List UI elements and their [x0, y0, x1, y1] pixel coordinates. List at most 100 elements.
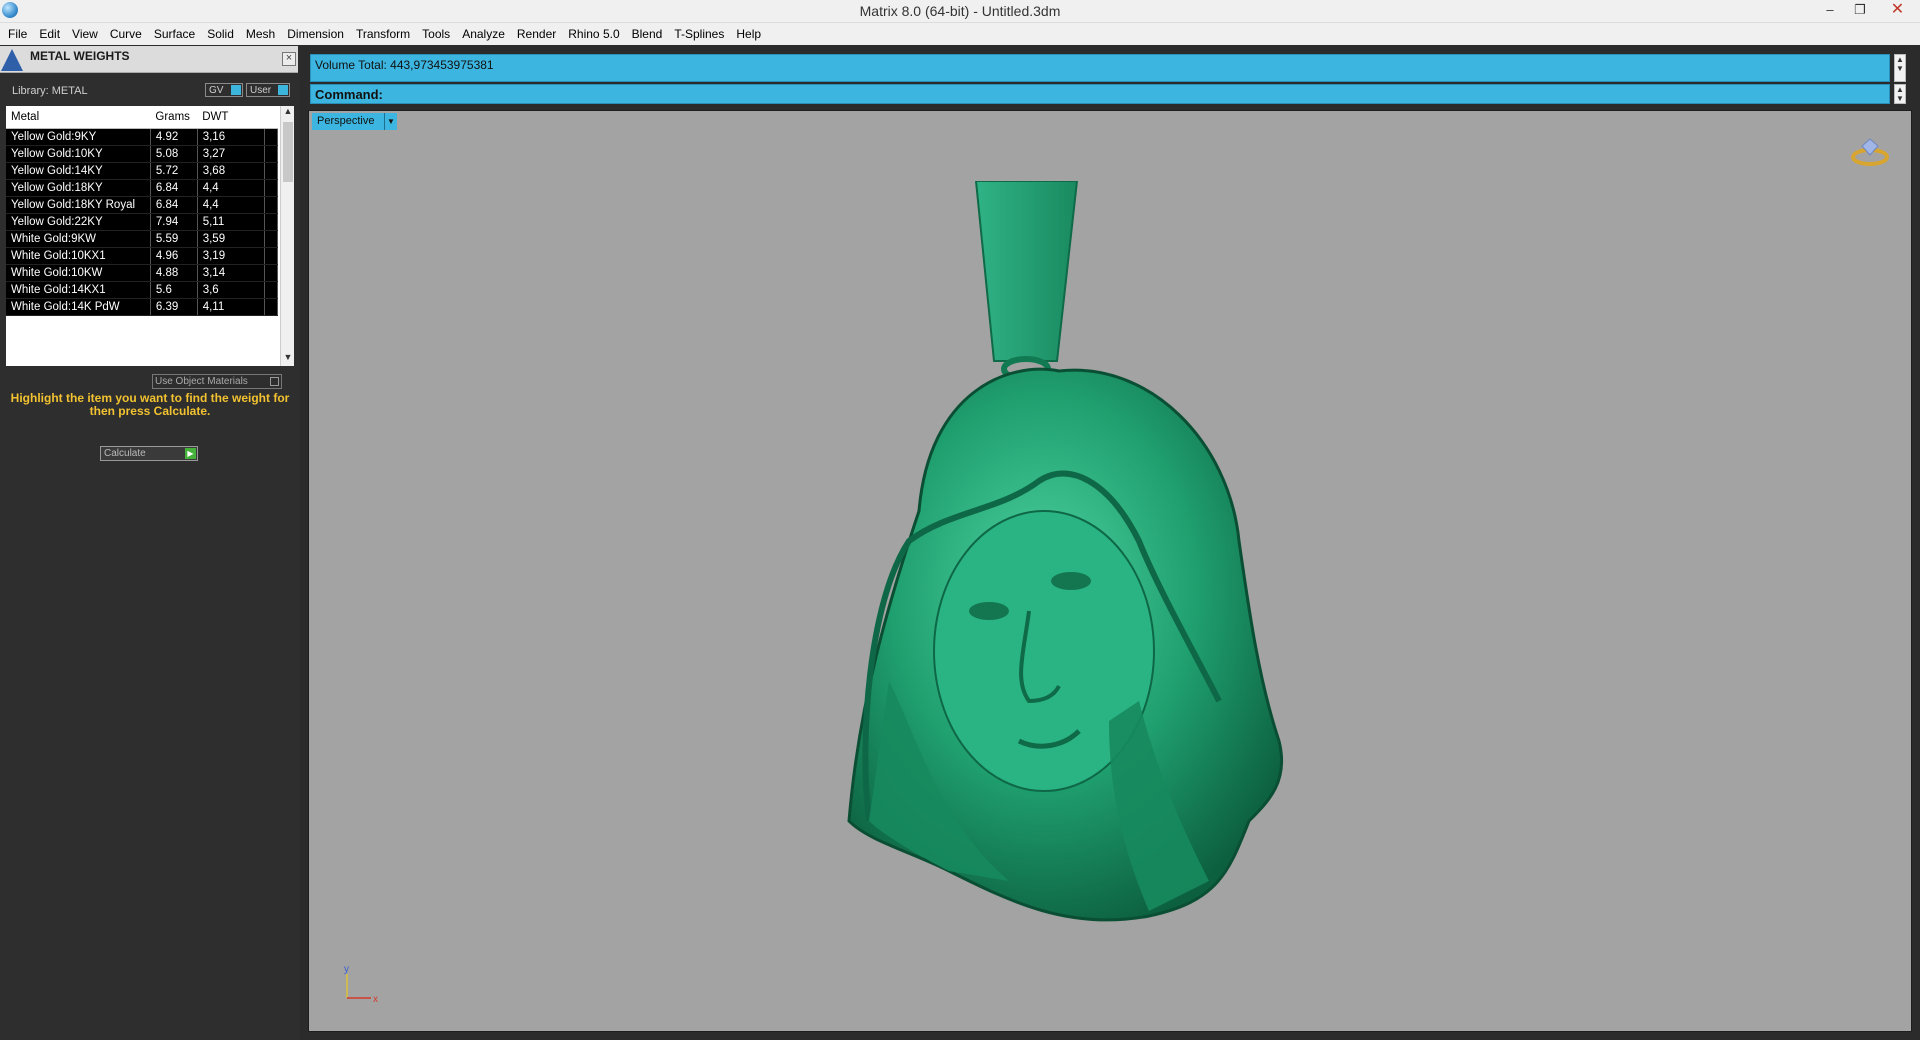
history-scrollbar[interactable]: ▲ ▼ — [1894, 54, 1906, 82]
menu-analyze[interactable]: Analyze — [456, 27, 511, 41]
table-row[interactable]: Yellow Gold:10KY 5.08 3,27 — [6, 145, 279, 163]
table-row[interactable]: White Gold:10KW 4.88 3,14 — [6, 264, 279, 282]
metal-cell: Yellow Gold:9KY — [6, 128, 151, 146]
grams-cell: 6.84 — [150, 179, 198, 197]
dwt-cell: 3,59 — [197, 230, 265, 248]
metal-cell: White Gold:10KX1 — [6, 247, 151, 265]
eye-right — [1051, 572, 1091, 590]
menu-solid[interactable]: Solid — [201, 27, 240, 41]
panel-title: METAL WEIGHTS — [30, 49, 130, 63]
viewport-name: Perspective — [317, 115, 375, 127]
use-object-materials-checkbox[interactable]: Use Object Materials — [152, 374, 282, 389]
dwt-cell: 4,4 — [197, 196, 265, 214]
dwt-cell: 3,16 — [197, 128, 265, 146]
menu-view[interactable]: View — [66, 27, 104, 41]
column-header-metal[interactable]: Metal — [6, 106, 151, 129]
table-row[interactable]: White Gold:14KX1 5.6 3,6 — [6, 281, 279, 299]
command-scrollbar[interactable]: ▲ ▼ — [1894, 84, 1906, 104]
menu-dimension[interactable]: Dimension — [281, 27, 350, 41]
scroll-down-icon[interactable]: ▼ — [281, 352, 294, 366]
panel-header: METAL WEIGHTS × — [0, 46, 298, 73]
scroll-thumb[interactable] — [283, 122, 293, 182]
grams-cell: 4.96 — [150, 247, 198, 265]
window-title: Matrix 8.0 (64-bit) - Untitled.3dm — [859, 3, 1061, 19]
spacer-cell — [264, 162, 279, 180]
command-label: Command: — [315, 87, 383, 102]
table-header-row: Metal Grams DWT — [6, 106, 278, 129]
dwt-cell: 4,4 — [197, 179, 265, 197]
chevron-down-icon[interactable]: ▼ — [384, 113, 397, 130]
command-history: Volume Total: 443,973453975381 — [310, 54, 1890, 82]
table-row[interactable]: White Gold:14K PdW 6.39 4,11 — [6, 298, 279, 316]
menu-bar: File Edit View Curve Surface Solid Mesh … — [0, 23, 1920, 45]
grams-cell: 5.08 — [150, 145, 198, 163]
volume-total-text: Volume Total: 443,973453975381 — [315, 58, 494, 72]
ring-diamond-icon[interactable] — [1849, 135, 1891, 167]
spacer-cell — [264, 145, 279, 163]
metal-cell: Yellow Gold:10KY — [6, 145, 151, 163]
title-bar: Matrix 8.0 (64-bit) - Untitled.3dm – ❐ ✕ — [0, 0, 1920, 23]
dwt-cell: 5,11 — [197, 213, 265, 231]
command-input[interactable]: Command: — [310, 84, 1890, 104]
dwt-cell: 4,11 — [197, 298, 265, 316]
table-row[interactable]: Yellow Gold:14KY 5.72 3,68 — [6, 162, 279, 180]
menu-rhino[interactable]: Rhino 5.0 — [562, 27, 625, 41]
table-scrollbar[interactable]: ▲ ▼ — [280, 106, 294, 366]
gv-label: GV — [209, 85, 224, 96]
play-arrow-icon: ▶ — [185, 448, 196, 459]
gv-toggle[interactable]: GV — [205, 83, 243, 97]
menu-transform[interactable]: Transform — [350, 27, 416, 41]
menu-curve[interactable]: Curve — [104, 27, 148, 41]
grams-cell: 7.94 — [150, 213, 198, 231]
metal-cell: Yellow Gold:18KY — [6, 179, 151, 197]
menu-edit[interactable]: Edit — [33, 27, 66, 41]
user-toggle[interactable]: User — [246, 83, 290, 97]
library-label: Library: METAL — [12, 85, 88, 97]
column-header-dwt[interactable]: DWT — [197, 106, 265, 129]
use-object-materials-label: Use Object Materials — [155, 376, 248, 387]
spacer-cell — [264, 298, 279, 316]
menu-file[interactable]: File — [2, 27, 33, 41]
user-label: User — [250, 85, 272, 96]
column-header-grams[interactable]: Grams — [150, 106, 198, 129]
checkbox-icon[interactable] — [270, 377, 279, 386]
scroll-up-icon[interactable]: ▲ — [281, 106, 294, 120]
restore-icon[interactable]: ❐ — [1845, 0, 1875, 20]
table-row[interactable]: Yellow Gold:18KY Royal 6.84 4,4 — [6, 196, 279, 214]
metal-table: Metal Grams DWT Yellow Gold:9KY 4.92 3,16 … — [6, 106, 279, 316]
calculate-button[interactable]: Calculate ▶ — [100, 446, 198, 461]
spacer-cell — [264, 281, 279, 299]
metal-weights-panel: METAL WEIGHTS × Library: METAL GV User M… — [0, 46, 300, 1040]
table-row[interactable]: White Gold:10KX1 4.96 3,19 — [6, 247, 279, 265]
close-icon[interactable]: × — [282, 52, 296, 66]
viewport-tab-perspective[interactable]: Perspective ▼ — [312, 113, 397, 130]
metal-cell: White Gold:14KX1 — [6, 281, 151, 299]
command-area: Volume Total: 443,973453975381 ▲ ▼ Comman… — [310, 52, 1907, 106]
pendant-model[interactable] — [809, 181, 1409, 961]
menu-help[interactable]: Help — [730, 27, 767, 41]
close-icon[interactable]: ✕ — [1875, 0, 1920, 20]
toggle-indicator-icon — [231, 85, 241, 95]
menu-tools[interactable]: Tools — [416, 27, 456, 41]
table-row[interactable]: Yellow Gold:9KY 4.92 3,16 — [6, 128, 279, 146]
axis-y-label: y — [344, 964, 349, 975]
spacer-cell — [264, 247, 279, 265]
table-row[interactable]: Yellow Gold:22KY 7.94 5,11 — [6, 213, 279, 231]
menu-mesh[interactable]: Mesh — [240, 27, 281, 41]
dwt-cell: 3,19 — [197, 247, 265, 265]
table-row[interactable]: Yellow Gold:18KY 6.84 4,4 — [6, 179, 279, 197]
menu-surface[interactable]: Surface — [148, 27, 201, 41]
menu-blend[interactable]: Blend — [626, 27, 669, 41]
axis-gizmo-icon: y x — [344, 964, 378, 1005]
minimize-icon[interactable]: – — [1815, 0, 1845, 20]
menu-t-splines[interactable]: T-Splines — [668, 27, 730, 41]
menu-render[interactable]: Render — [511, 27, 562, 41]
toggle-indicator-icon — [278, 85, 288, 95]
table-row[interactable]: White Gold:9KW 5.59 3,59 — [6, 230, 279, 248]
perspective-viewport[interactable]: Perspective ▼ y x — [308, 110, 1912, 1032]
grams-cell: 5.6 — [150, 281, 198, 299]
metal-cell: White Gold:10KW — [6, 264, 151, 282]
grams-cell: 5.72 — [150, 162, 198, 180]
axis-x-label: x — [373, 994, 378, 1005]
spacer-cell — [264, 128, 279, 146]
